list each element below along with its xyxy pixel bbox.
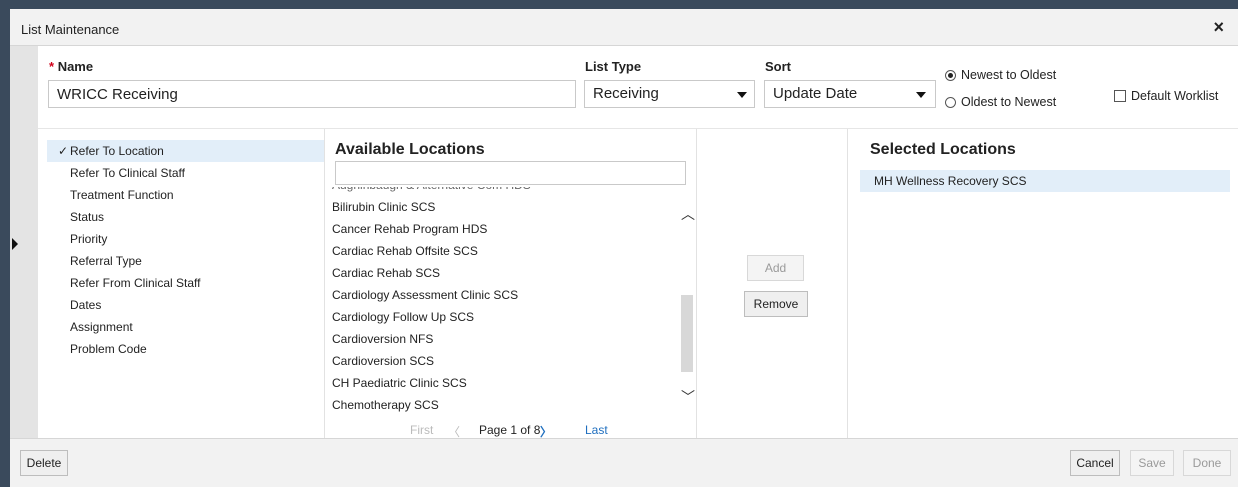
list-item[interactable]: Cardioversion NFS [326, 328, 686, 350]
list-maintenance-dialog: List Maintenance × * Name List Type Rece… [10, 9, 1238, 487]
radio-unselected-icon[interactable] [945, 96, 956, 108]
filter-item-refer-from-clinical-staff[interactable]: Refer From Clinical Staff [47, 272, 324, 294]
filter-item-status[interactable]: Status [47, 206, 324, 228]
filter-item-label: Assignment [70, 320, 133, 334]
list-item[interactable]: Cardioversion SCS [326, 350, 686, 372]
list-type-select[interactable]: Receiving [584, 80, 755, 108]
sort-label: Sort [765, 59, 791, 74]
radio-newest-to-oldest[interactable]: Newest to Oldest [945, 68, 1056, 82]
list-type-value: Receiving [593, 85, 659, 102]
filter-item-assignment[interactable]: Assignment [47, 316, 324, 338]
filter-item-refer-to-location[interactable]: ✓ Refer To Location [47, 140, 324, 162]
delete-button[interactable]: Delete [20, 450, 68, 476]
filter-item-treatment-function[interactable]: Treatment Function [47, 184, 324, 206]
radio-label: Oldest to Newest [961, 95, 1057, 109]
list-item[interactable]: Aughinbaugh & Alternative Com HDS [326, 187, 686, 196]
available-locations-heading: Available Locations [335, 141, 485, 158]
sort-caret-icon[interactable] [916, 92, 926, 98]
list-item[interactable]: Cardiac Rehab Offsite SCS [326, 240, 686, 262]
filter-item-label: Refer From Clinical Staff [70, 276, 201, 290]
sort-select[interactable]: Update Date [764, 80, 936, 108]
filter-item-label: Problem Code [70, 342, 147, 356]
remove-button[interactable]: Remove [744, 291, 808, 317]
filter-item-priority[interactable]: Priority [47, 228, 324, 250]
expand-arrow-icon[interactable] [12, 238, 18, 250]
list-item[interactable]: Cardiology Assessment Clinic SCS [326, 284, 686, 306]
sort-value: Update Date [773, 85, 858, 102]
list-item[interactable]: Bilirubin Clinic SCS [326, 196, 686, 218]
divider [696, 129, 697, 438]
dialog-footer: Delete Cancel Save Done [10, 438, 1238, 487]
name-label: * Name [49, 59, 93, 74]
location-search-input[interactable] [335, 161, 686, 185]
filter-item-label: Treatment Function [70, 188, 174, 202]
add-button[interactable]: Add [747, 255, 804, 281]
filter-item-dates[interactable]: Dates [47, 294, 324, 316]
divider [847, 129, 848, 438]
done-button[interactable]: Done [1183, 450, 1231, 476]
filter-item-label: Status [70, 210, 105, 224]
filter-item-label: Refer To Clinical Staff [70, 166, 185, 180]
default-worklist-label: Default Worklist [1131, 89, 1219, 103]
save-button[interactable]: Save [1130, 450, 1174, 476]
filter-item-label: Refer To Location [70, 144, 164, 158]
filter-item-refer-to-clinical-staff[interactable]: Refer To Clinical Staff [47, 162, 324, 184]
divider [324, 129, 325, 438]
list-item[interactable]: CH Paediatric Clinic SCS [326, 372, 686, 394]
list-item[interactable]: Cardiac Rehab SCS [326, 262, 686, 284]
checkbox-icon[interactable] [1114, 90, 1126, 102]
available-locations-list: Aughinbaugh & Alternative Com HDS Biliru… [326, 187, 686, 418]
list-type-label: List Type [585, 59, 642, 74]
filter-item-label: Referral Type [70, 254, 142, 268]
radio-label: Newest to Oldest [961, 68, 1057, 82]
last-page-link[interactable]: Last [585, 423, 608, 437]
selected-location-item[interactable]: MH Wellness Recovery SCS [860, 170, 1230, 192]
radio-selected-icon[interactable] [945, 69, 956, 81]
page-indicator: Page 1 of 8 [479, 423, 541, 437]
dialog-titlebar: List Maintenance × [10, 9, 1238, 46]
list-item[interactable]: Cardiology Follow Up SCS [326, 306, 686, 328]
list-type-caret-icon[interactable] [737, 92, 747, 98]
scroll-down-icon[interactable]: ﹀ [681, 390, 695, 404]
collapse-panel-strip[interactable] [10, 46, 38, 438]
radio-oldest-to-newest[interactable]: Oldest to Newest [945, 95, 1056, 109]
dialog-title: List Maintenance [21, 22, 120, 37]
scrollbar-thumb[interactable] [681, 295, 693, 372]
checkmark-icon: ✓ [58, 144, 69, 158]
cancel-button[interactable]: Cancel [1070, 450, 1120, 476]
divider [38, 128, 1238, 129]
list-item[interactable]: Chemotherapy SCS [326, 394, 686, 416]
default-worklist-checkbox[interactable]: Default Worklist [1114, 89, 1218, 103]
filter-item-label: Priority [70, 232, 108, 246]
scroll-up-icon[interactable]: ︿ [681, 207, 695, 221]
name-input[interactable] [48, 80, 576, 108]
filter-item-problem-code[interactable]: Problem Code [47, 338, 324, 360]
list-item[interactable]: Cancer Rehab Program HDS [326, 218, 686, 240]
name-label-text: Name [57, 59, 94, 74]
filter-item-referral-type[interactable]: Referral Type [47, 250, 324, 272]
required-mark: * [49, 59, 55, 74]
selected-locations-heading: Selected Locations [870, 141, 1016, 158]
first-page-link[interactable]: First [410, 423, 433, 437]
close-icon[interactable]: × [1213, 18, 1224, 36]
filter-item-label: Dates [70, 298, 102, 312]
